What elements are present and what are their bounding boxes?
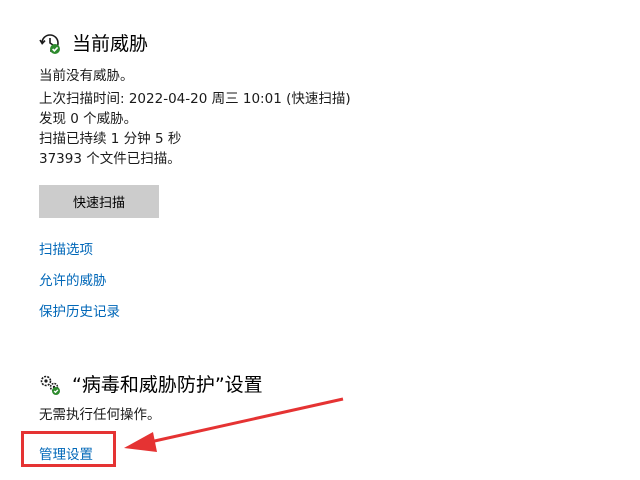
history-shield-icon [38,31,62,55]
no-action-text: 无需执行任何操作。 [39,407,161,423]
allowed-threats-link[interactable]: 允许的威胁 [39,269,107,289]
quick-scan-button[interactable]: 快速扫描 [39,185,159,218]
scan-options-link[interactable]: 扫描选项 [39,238,93,258]
files-scanned-text: 37393 个文件已扫描。 [39,151,181,167]
no-threats-text: 当前没有威胁。 [39,68,134,84]
last-scan-text: 上次扫描时间: 2022-04-20 周三 10:01 (快速扫描) [39,91,351,107]
threats-found-text: 发现 0 个威胁。 [39,111,138,127]
gears-icon [38,372,62,396]
scan-duration-text: 扫描已持续 1 分钟 5 秒 [39,131,182,147]
current-threats-title: 当前威胁 [72,33,149,55]
annotation-highlight-box [21,431,116,467]
settings-heading: “病毒和威胁防护”设置 [38,370,263,397]
settings-title: “病毒和威胁防护”设置 [72,374,263,396]
protection-history-link[interactable]: 保护历史记录 [39,300,120,320]
page: 当前威胁 当前没有威胁。 上次扫描时间: 2022-04-20 周三 10:01… [0,0,640,480]
current-threats-heading: 当前威胁 [38,29,148,56]
